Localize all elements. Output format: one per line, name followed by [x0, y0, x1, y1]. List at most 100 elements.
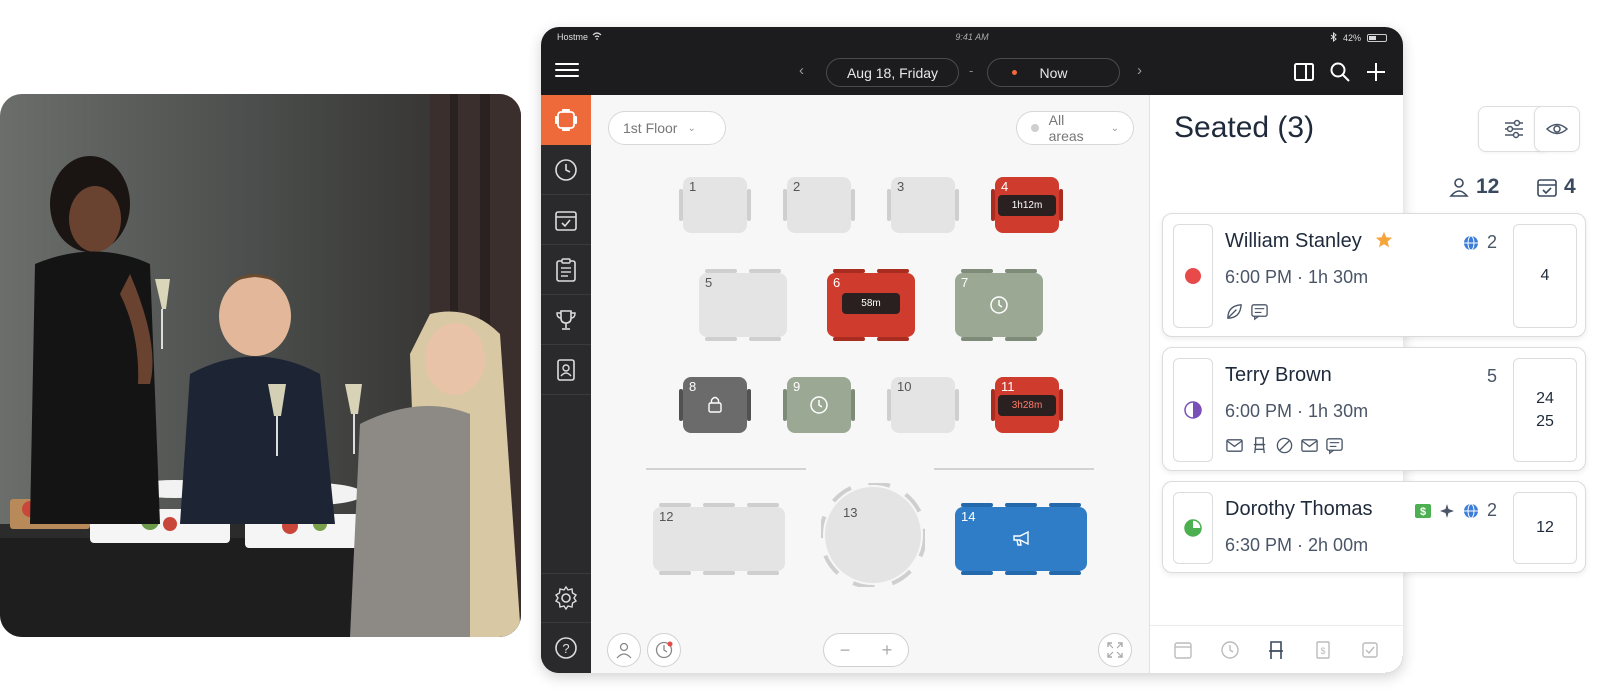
high-chair-icon — [1253, 437, 1266, 454]
table-11[interactable]: 11 3h28m — [991, 373, 1063, 437]
table-8[interactable]: 8 — [679, 373, 751, 437]
status-box — [1173, 492, 1213, 564]
seated-chair-tab-icon[interactable] — [1265, 639, 1287, 661]
table-2[interactable]: 2 — [783, 173, 855, 237]
waiter-icon[interactable] — [607, 633, 641, 667]
globe-icon — [1463, 235, 1478, 250]
reservation-card-william-stanley[interactable]: William Stanley 6:00 PM · 1h 30m 2 4 — [1162, 213, 1586, 337]
guest-count: 12 — [1448, 175, 1499, 199]
reservation-card-terry-brown[interactable]: Terry Brown 6:00 PM · 1h 30m 5 24 25 — [1162, 347, 1586, 471]
status-box — [1173, 224, 1213, 328]
trophy-icon[interactable] — [541, 295, 591, 345]
floor-plan-icon[interactable] — [541, 95, 591, 145]
fullscreen-icon[interactable] — [1098, 633, 1132, 667]
table-12[interactable]: 12 — [649, 503, 789, 575]
table-7[interactable]: 7 — [951, 269, 1047, 341]
reservations-calendar-icon[interactable] — [541, 195, 591, 245]
waitlist-clock-tab-icon[interactable] — [1219, 639, 1241, 661]
mail-icon — [1301, 439, 1318, 452]
reservation-card-dorothy-thomas[interactable]: Dorothy Thomas 6:30 PM · 2h 00m $ 2 12 — [1162, 481, 1586, 573]
help-icon[interactable]: ? — [541, 623, 591, 673]
zoom-in-button[interactable]: + — [882, 640, 893, 661]
table-9[interactable]: 9 — [783, 373, 855, 437]
table-4[interactable]: 4 1h12m — [991, 173, 1063, 237]
clipboard-icon[interactable] — [541, 245, 591, 295]
reservation-time: 6:00 PM · 1h 30m — [1225, 267, 1369, 287]
table-number: 14 — [961, 509, 976, 524]
panel-title: Seated (3) — [1174, 111, 1315, 144]
clock-icon — [990, 296, 1008, 314]
clock-icon — [810, 396, 828, 414]
add-icon[interactable] — [1364, 60, 1388, 84]
guest-name: Dorothy Thomas — [1225, 498, 1373, 520]
calendar-check-icon — [1537, 179, 1557, 197]
time-picker[interactable]: Now — [987, 58, 1120, 87]
split-view-icon[interactable] — [1292, 60, 1316, 84]
note-icon — [1326, 438, 1343, 455]
table-number: 8 — [689, 379, 697, 394]
calendar-tab-icon[interactable] — [1172, 639, 1194, 661]
table-number: 6 — [833, 275, 841, 290]
mail-icon — [1226, 439, 1243, 452]
table-10[interactable]: 10 — [887, 373, 959, 437]
table-3[interactable]: 3 — [887, 173, 959, 237]
party-size: 5 — [1486, 366, 1497, 386]
table-number: 4 — [1001, 179, 1009, 194]
timer-alert-icon[interactable] — [647, 633, 681, 667]
status-bar: Hostme 9:41 AM 42% — [541, 27, 1403, 49]
prepaid-dollar-icon: $ — [1414, 503, 1431, 518]
reservation-count: 4 — [1536, 175, 1576, 199]
battery-icon — [1367, 34, 1387, 42]
table-number: 11 — [1001, 379, 1015, 394]
date-label: Aug 18, Friday — [846, 64, 939, 81]
history-icon[interactable] — [541, 145, 591, 195]
table-5[interactable]: 5 — [695, 269, 791, 341]
floor-plan: 1st Floor ⌄ All areas ⌄ 1 2 3 4 1h12m 5 … — [591, 95, 1149, 673]
guest-count-value: 12 — [1476, 175, 1500, 198]
bill-tab-icon[interactable]: $ — [1312, 639, 1334, 661]
table-number: 7 — [961, 275, 969, 290]
time-label: Now — [1039, 64, 1068, 81]
table-timer: 1h12m — [998, 195, 1056, 216]
area-select[interactable]: All areas ⌄ — [1016, 111, 1134, 145]
table-14[interactable]: 14 — [951, 503, 1091, 575]
assigned-tables: 4 — [1513, 224, 1577, 328]
table-6[interactable]: 6 58m — [823, 269, 919, 341]
guest-book-icon[interactable] — [541, 345, 591, 395]
chevron-down-icon: ⌄ — [687, 122, 696, 134]
vip-star-icon — [1376, 231, 1393, 248]
area-divider — [646, 468, 806, 470]
panel-tab-bar: $ — [1150, 625, 1403, 673]
reservation-count-value: 4 — [1564, 175, 1576, 198]
floor-select[interactable]: 1st Floor ⌄ — [608, 111, 726, 145]
table-1[interactable]: 1 — [679, 173, 751, 237]
table-timer: 58m — [842, 293, 900, 314]
leaf-icon — [1227, 304, 1242, 319]
person-icon — [1449, 178, 1469, 197]
prev-day-arrow-icon[interactable]: ‹ — [799, 62, 804, 79]
menu-icon[interactable] — [555, 59, 579, 81]
tag-list — [1225, 302, 1269, 321]
status-dot-icon — [1185, 268, 1201, 284]
area-select-label: All areas — [1048, 112, 1084, 144]
party-size: 2 — [1463, 232, 1497, 253]
view-toggle-button[interactable] — [1534, 106, 1580, 152]
next-day-arrow-icon[interactable]: › — [1137, 62, 1142, 79]
globe-icon — [1463, 503, 1478, 518]
svg-text:?: ? — [562, 641, 569, 656]
date-picker[interactable]: Aug 18, Friday — [826, 58, 959, 87]
eye-icon — [1545, 123, 1569, 135]
area-divider — [934, 468, 1094, 470]
bluetooth-icon — [1330, 31, 1337, 44]
table-13[interactable]: 13 — [821, 483, 925, 587]
airplane-icon — [1439, 503, 1454, 518]
zoom-out-button[interactable]: − — [840, 640, 851, 661]
finished-tab-icon[interactable] — [1359, 639, 1381, 661]
settings-gear-icon[interactable] — [541, 573, 591, 623]
battery-label: 42% — [1342, 33, 1361, 43]
table-number: 13 — [843, 505, 858, 520]
svg-text:$: $ — [1420, 506, 1426, 518]
lock-icon — [708, 396, 722, 413]
status-box — [1173, 358, 1213, 462]
search-icon[interactable] — [1328, 60, 1352, 84]
